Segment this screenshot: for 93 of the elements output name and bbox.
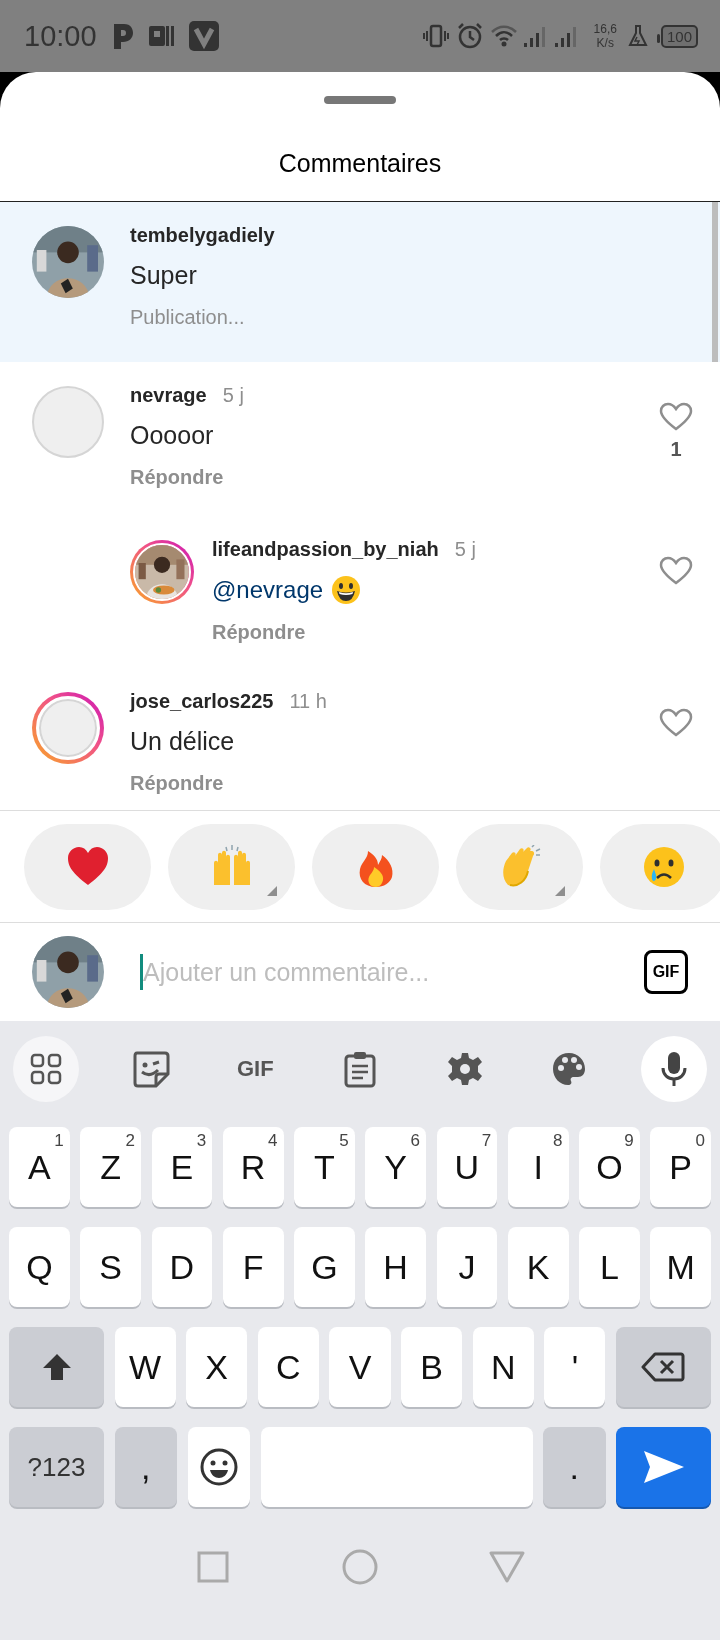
key[interactable]: H: [365, 1227, 426, 1307]
drag-handle[interactable]: [324, 96, 396, 104]
flask-icon: [626, 24, 649, 48]
triangle-icon: [488, 1551, 525, 1583]
key[interactable]: P 0: [650, 1127, 711, 1207]
clipboard-icon: [342, 1050, 377, 1088]
microphone-icon: [659, 1050, 688, 1088]
square-icon: [197, 1551, 230, 1583]
username[interactable]: tembelygadiely: [130, 224, 275, 247]
key[interactable]: O 9: [579, 1127, 640, 1207]
key[interactable]: Z 2: [80, 1127, 141, 1207]
sticker-icon: [131, 1050, 170, 1088]
heart-icon: [659, 556, 693, 586]
vibrate-icon: [421, 23, 450, 49]
key[interactable]: C: [257, 1327, 319, 1407]
key-hint: 8: [553, 1131, 563, 1151]
heart-icon: [659, 708, 693, 738]
send-icon: [641, 1449, 686, 1485]
settings-icon: [446, 1051, 483, 1087]
wifi-icon: [489, 24, 518, 48]
grid-icon: [30, 1053, 62, 1085]
key-hint: 3: [196, 1131, 207, 1151]
send-key[interactable]: [616, 1427, 711, 1507]
comment-text: Ooooor: [130, 421, 214, 450]
mention-link[interactable]: @nevrage: [212, 576, 324, 604]
key-hint: 7: [481, 1131, 492, 1151]
text-cursor: [140, 954, 143, 990]
key[interactable]: E 3: [151, 1127, 213, 1207]
key[interactable]: J: [436, 1227, 498, 1307]
crying-face-icon: [641, 844, 686, 889]
video-app-icon: [188, 21, 219, 51]
key[interactable]: R 4: [222, 1127, 284, 1207]
battery-indicator: 100: [660, 24, 698, 48]
key-hint: 4: [268, 1131, 278, 1151]
heart-icon: [659, 402, 693, 432]
clock-time: 10:00: [24, 19, 97, 53]
gif-button[interactable]: GIF: [644, 950, 688, 994]
key[interactable]: A 1: [9, 1127, 70, 1207]
key[interactable]: D: [151, 1227, 213, 1307]
key-hint: 9: [624, 1131, 634, 1151]
key[interactable]: L: [579, 1227, 640, 1307]
key[interactable]: T 5: [294, 1127, 355, 1207]
like-button[interactable]: [659, 708, 693, 738]
scrollbar[interactable]: [712, 202, 718, 362]
like-button[interactable]: [659, 402, 693, 432]
emoji-key[interactable]: [187, 1427, 250, 1507]
username[interactable]: jose_carlos225: [130, 690, 274, 713]
key-hint: 0: [695, 1131, 705, 1151]
network-speed: 16,6: [593, 22, 617, 36]
username[interactable]: lifeandpassion_by_niah: [212, 538, 439, 561]
key[interactable]: V: [329, 1327, 391, 1407]
gif-button[interactable]: GIF: [222, 1036, 289, 1102]
key[interactable]: N: [472, 1327, 534, 1407]
key[interactable]: U 7: [436, 1127, 498, 1207]
sheet-title: Commentaires: [278, 148, 442, 178]
key[interactable]: ': [544, 1327, 606, 1407]
comment-time: 11 h: [289, 690, 327, 713]
key[interactable]: M: [650, 1227, 711, 1307]
comment-text: Super: [130, 261, 197, 290]
key[interactable]: G: [294, 1227, 355, 1307]
key[interactable]: ,: [114, 1427, 177, 1507]
comment-text: Un délice: [130, 727, 235, 756]
symbols-key[interactable]: ?123: [9, 1427, 104, 1507]
key[interactable]: .: [543, 1427, 606, 1507]
comment-time: 5 j: [222, 384, 244, 407]
comment-input[interactable]: Ajouter un commentaire...: [143, 957, 628, 987]
network-speed-unit: K/s: [596, 36, 614, 50]
grinning-face-icon: [331, 575, 362, 605]
key[interactable]: I 8: [507, 1127, 569, 1207]
backspace-icon: [641, 1351, 686, 1383]
key-hint: 2: [125, 1131, 135, 1151]
circle-icon: [342, 1549, 378, 1585]
key[interactable]: X: [186, 1327, 248, 1407]
comment-time: 5 j: [454, 538, 476, 561]
username[interactable]: nevrage: [130, 384, 207, 407]
key[interactable]: K: [507, 1227, 569, 1307]
avatar-placeholder: [36, 696, 100, 760]
key-hint: 1: [54, 1131, 64, 1151]
key[interactable]: F: [222, 1227, 284, 1307]
key[interactable]: W: [114, 1327, 176, 1407]
like-count: 1: [670, 438, 682, 461]
key[interactable]: B: [401, 1327, 463, 1407]
key-hint: 5: [339, 1131, 349, 1151]
smiley-icon: [198, 1447, 239, 1487]
key-hint: 6: [410, 1131, 420, 1151]
like-button[interactable]: [659, 556, 693, 586]
palette-icon: [551, 1051, 588, 1087]
key[interactable]: Y 6: [365, 1127, 426, 1207]
key[interactable]: S: [80, 1227, 141, 1307]
posting-status: Publication...: [130, 306, 246, 329]
shift-key[interactable]: [9, 1327, 104, 1407]
key[interactable]: Q: [9, 1227, 70, 1307]
backspace-key[interactable]: [616, 1327, 711, 1407]
